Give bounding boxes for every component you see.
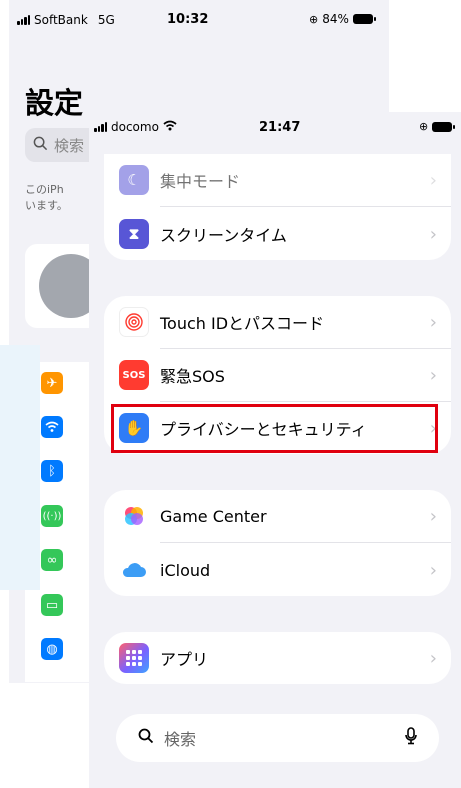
page-title: 設定: [25, 86, 84, 120]
battery-icon: [352, 14, 376, 24]
search-icon: [138, 728, 154, 749]
carrier-name: docomo: [111, 120, 159, 134]
account-note: このiPh います。: [25, 183, 68, 212]
vpn-globe-icon[interactable]: ◍: [41, 638, 63, 660]
sos-icon: SOS: [119, 360, 149, 390]
settings-group-focus: ☾ 集中モード › ⧗ スクリーンタイム ›: [104, 154, 451, 260]
row-label: アプリ: [160, 650, 209, 669]
fingerprint-icon: [119, 307, 149, 337]
settings-row-screen-time[interactable]: ⧗ スクリーンタイム ›: [104, 208, 451, 260]
orientation-lock-icon: ⊕: [309, 12, 319, 26]
settings-row-focus[interactable]: ☾ 集中モード ›: [104, 154, 451, 206]
status-bar: SoftBank 5G 10:32 ⊕ 84%: [9, 0, 389, 40]
chevron-right-icon: ›: [429, 364, 437, 386]
row-label: 緊急SOS: [160, 367, 225, 386]
chevron-right-icon: ›: [429, 223, 437, 245]
battery-percent: 84%: [322, 12, 349, 26]
search-placeholder: 検索: [164, 730, 197, 749]
carrier-name: SoftBank: [34, 13, 88, 27]
wifi-status-icon: [163, 120, 177, 134]
signal-icon: [17, 15, 30, 25]
row-label: スクリーンタイム: [160, 226, 287, 245]
search-placeholder: 検索: [54, 136, 85, 155]
cloud-icon: [119, 555, 149, 585]
game-center-icon: [119, 501, 149, 531]
chevron-right-icon: ›: [429, 559, 437, 581]
orientation-lock-icon: ⊕: [419, 120, 429, 133]
bluetooth-icon[interactable]: ᛒ: [41, 460, 63, 482]
hotspot-icon[interactable]: ∞: [41, 549, 63, 571]
status-bar: docomo 21:47 ⊕: [89, 112, 461, 142]
hourglass-icon: ⧗: [119, 219, 149, 249]
clock: 21:47: [259, 120, 301, 135]
microphone-icon[interactable]: [405, 727, 417, 749]
row-label: Touch IDとパスコード: [160, 314, 325, 333]
wifi-icon[interactable]: [41, 416, 63, 438]
search-field[interactable]: 検索: [116, 714, 439, 762]
row-label: 集中モード: [160, 172, 241, 191]
airplane-icon[interactable]: ✈: [41, 372, 63, 394]
settings-row-icloud[interactable]: iCloud ›: [104, 544, 451, 596]
chevron-right-icon: ›: [429, 169, 437, 191]
search-icon: [33, 136, 48, 155]
settings-row-emergency-sos[interactable]: SOS 緊急SOS ›: [104, 349, 451, 401]
cellular-icon[interactable]: ((·)): [41, 505, 63, 527]
background-tint: [0, 345, 40, 590]
highlight-box: [111, 404, 438, 453]
settings-row-apps[interactable]: アプリ ›: [104, 632, 451, 684]
chevron-right-icon: ›: [429, 505, 437, 527]
signal-icon: [94, 122, 107, 132]
row-label: iCloud: [160, 560, 211, 580]
settings-group-apps: アプリ ›: [104, 632, 451, 684]
settings-group-accounts: Game Center › iCloud ›: [104, 490, 451, 596]
chevron-right-icon: ›: [429, 311, 437, 333]
apps-grid-icon: [119, 643, 149, 673]
network-type: 5G: [97, 13, 115, 27]
battery-icon: [432, 121, 456, 132]
clock: 10:32: [167, 12, 209, 27]
settings-row-game-center[interactable]: Game Center ›: [104, 490, 451, 542]
chevron-right-icon: ›: [429, 647, 437, 669]
row-label: Game Center: [160, 506, 267, 526]
settings-row-touch-id[interactable]: Touch IDとパスコード ›: [104, 296, 451, 348]
battery-settings-icon[interactable]: ▭: [41, 594, 63, 616]
moon-icon: ☾: [119, 165, 149, 195]
